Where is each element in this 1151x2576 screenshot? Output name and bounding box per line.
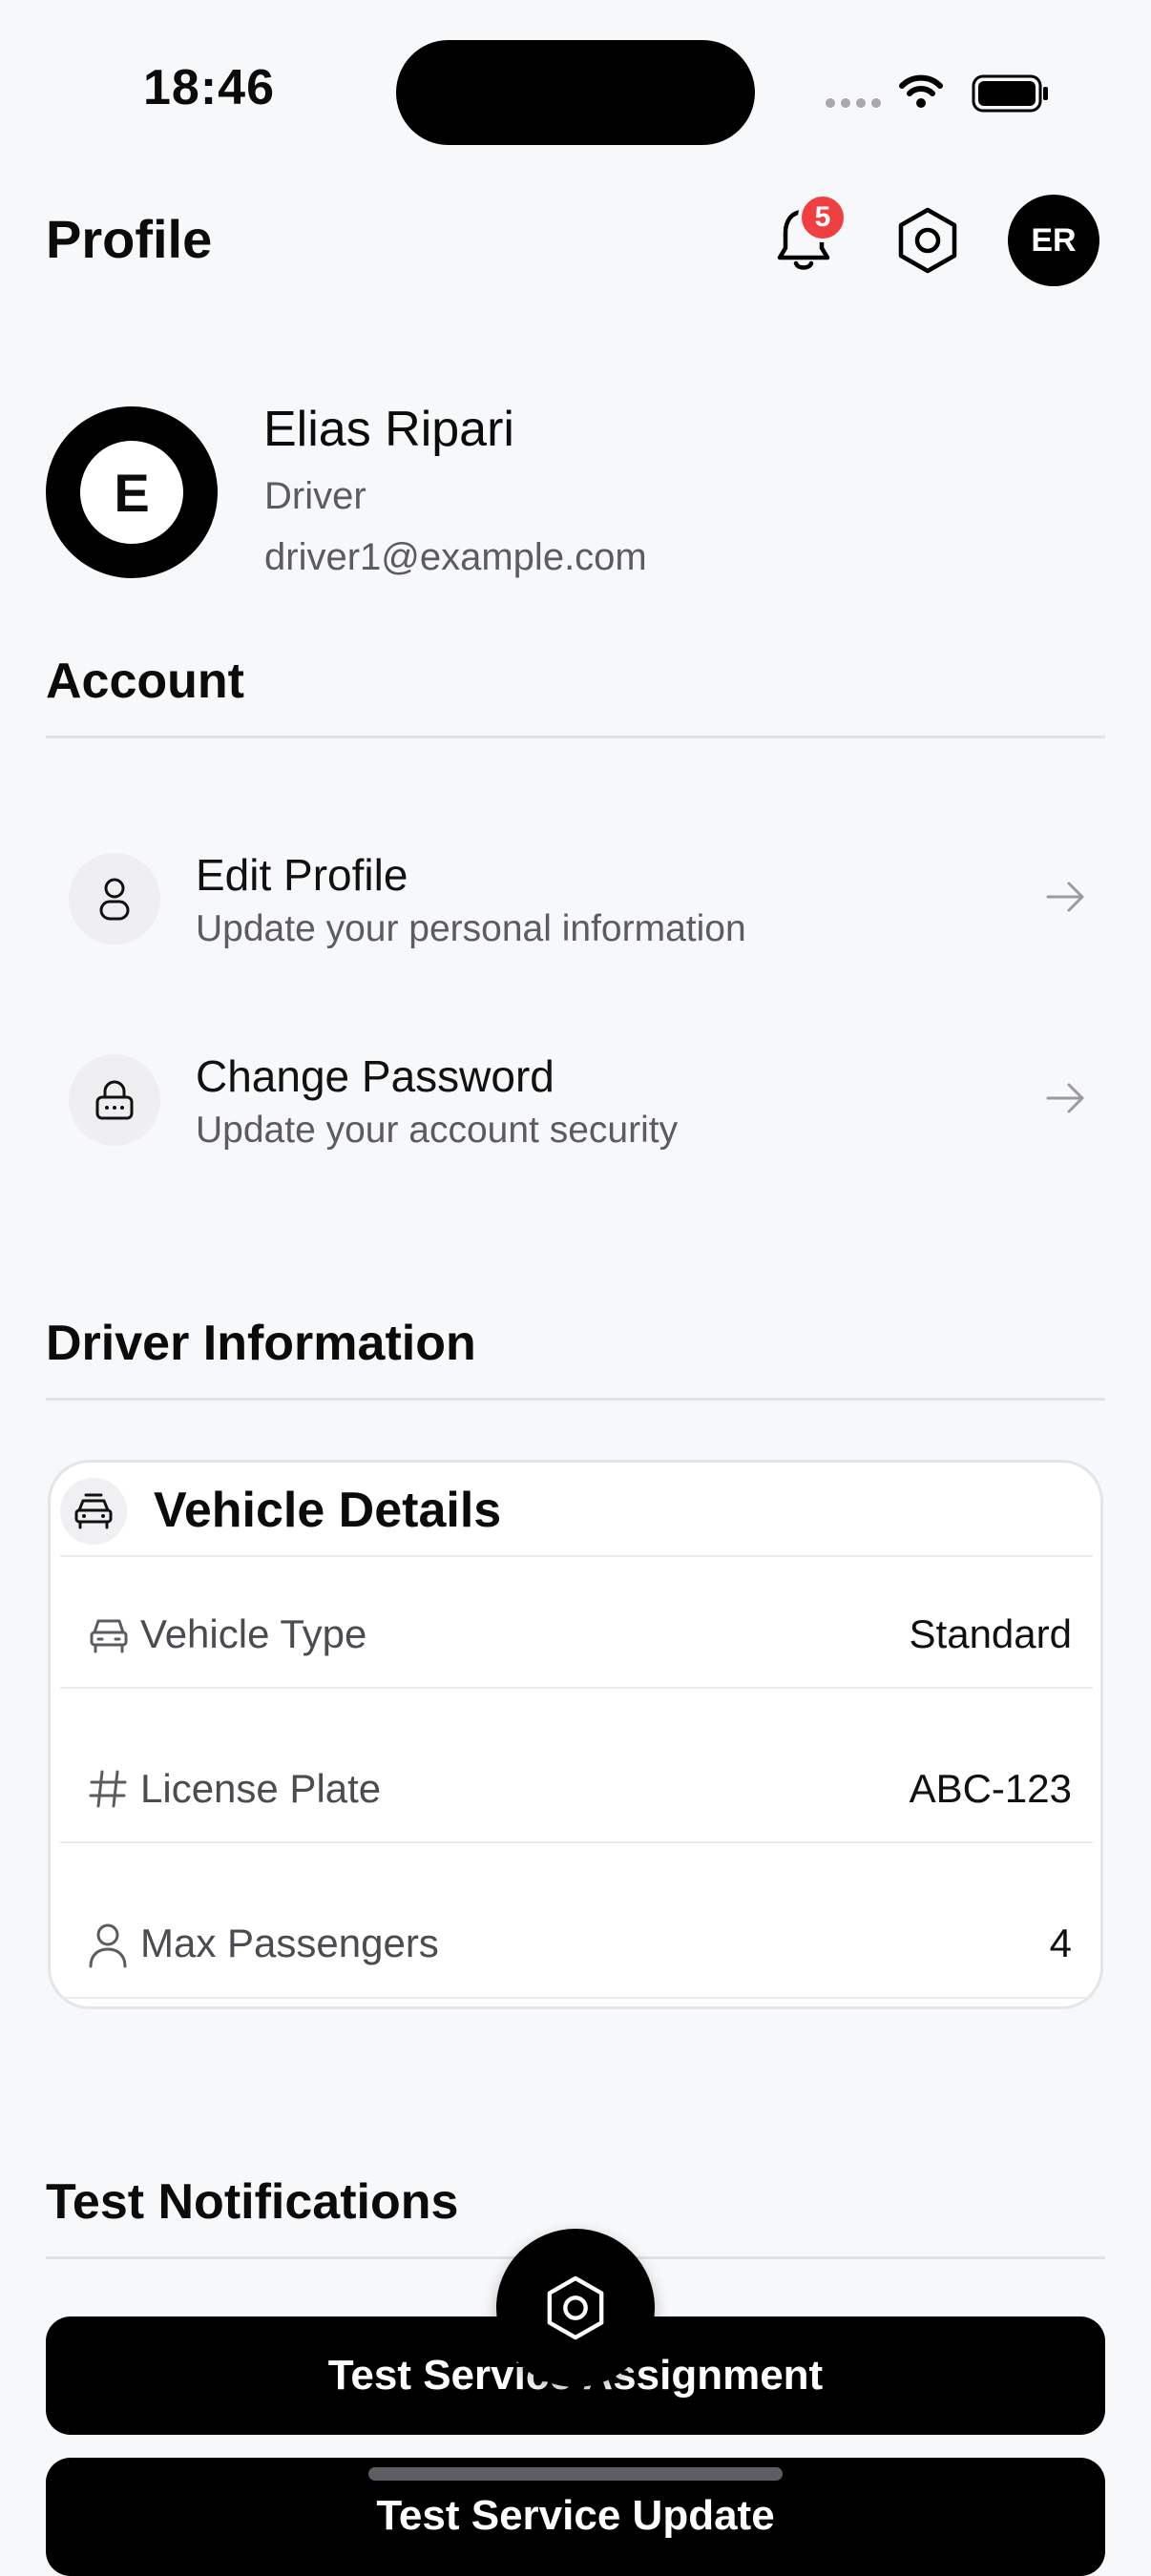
arrow-right-icon [1046,882,1084,912]
vehicle-card-icon-wrap [60,1478,127,1545]
driver-info-divider [46,1398,1105,1401]
license-plate-label: License Plate [140,1766,382,1811]
change-password-row[interactable]: Change Password Update your account secu… [46,1012,1105,1184]
change-password-icon-wrap [69,1054,160,1146]
account-divider [46,736,1105,738]
status-time: 18:46 [143,60,275,115]
edit-profile-icon-wrap [69,853,160,945]
hash-icon [89,1770,127,1808]
arrow-right-icon [1046,1083,1084,1113]
license-plate-value: ABC-123 [909,1766,1072,1811]
card-divider [60,1555,1093,1557]
card-divider [60,1997,1093,1999]
page-title: Profile [46,209,213,269]
settings-hexagon-icon [547,2275,604,2340]
cellular-signal-icon [826,98,881,108]
account-section-title: Account [46,654,244,709]
lock-icon [95,1080,134,1120]
vehicle-type-label: Vehicle Type [140,1611,367,1656]
profile-role: Driver [264,475,366,517]
edit-profile-row[interactable]: Edit Profile Update your personal inform… [46,811,1105,983]
profile-name: Elias Ripari [263,402,514,457]
user-icon [99,878,130,921]
card-divider [60,1841,1093,1843]
edit-profile-title: Edit Profile [196,850,408,900]
floating-action-button[interactable] [496,2229,655,2387]
max-passengers-value: 4 [1049,1921,1072,1965]
battery-icon [972,74,1048,113]
user-avatar-button[interactable]: ER [1008,195,1099,286]
car-icon [90,1619,128,1653]
profile-email: driver1@example.com [264,536,647,578]
home-indicator[interactable] [368,2467,783,2481]
user-icon [89,1923,127,1968]
vehicle-details-card: Vehicle Details Vehicle Type Standard Li… [48,1460,1103,2009]
wifi-icon [899,74,943,108]
settings-button[interactable] [889,202,966,279]
edit-profile-subtitle: Update your personal information [196,908,746,949]
vehicle-type-value: Standard [909,1611,1072,1656]
max-passengers-label: Max Passengers [140,1921,439,1965]
dynamic-island [396,40,755,145]
test-notifications-section-title: Test Notifications [46,2174,459,2230]
notification-badge: 5 [798,193,848,242]
driver-info-section-title: Driver Information [46,1316,476,1371]
car-icon [74,1493,113,1529]
change-password-title: Change Password [196,1051,555,1101]
vehicle-details-title: Vehicle Details [154,1483,502,1538]
settings-hexagon-icon [898,207,957,274]
change-password-subtitle: Update your account security [196,1110,679,1151]
card-divider [60,1687,1093,1689]
profile-avatar: E [46,406,218,578]
